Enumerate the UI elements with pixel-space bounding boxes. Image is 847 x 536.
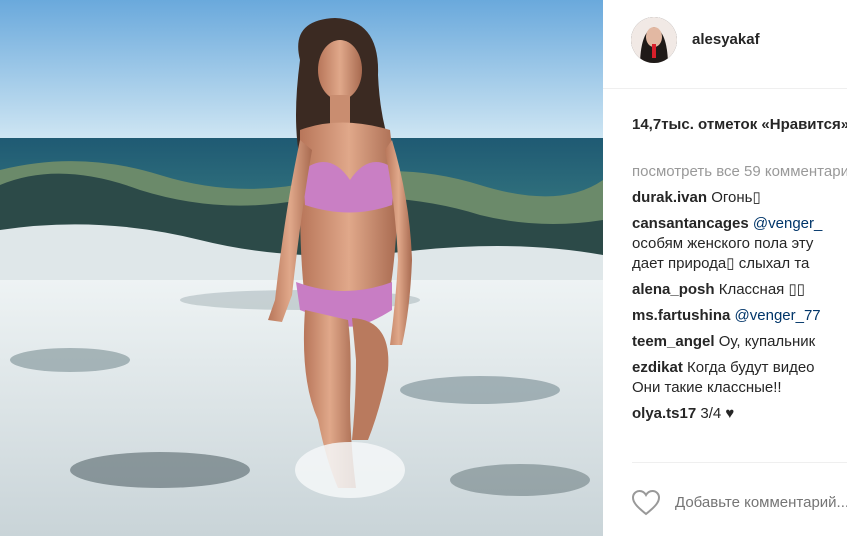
comment-username[interactable]: alena_posh [632,281,715,298]
comment-username[interactable]: durak.ivan [632,189,707,206]
comment: ezdikat Когда будут видео Они такие клас… [632,358,847,398]
likes-count[interactable]: 14,7тыс. отметок «Нравится» [632,116,847,133]
add-comment-row [631,488,847,521]
post-photo[interactable] [0,0,603,536]
comment: olya.ts17 3/4 ♥ [632,404,847,424]
comment-mention[interactable]: @venger_ [753,215,822,232]
comment-username[interactable]: ms.fartushina [632,307,730,324]
comment-username[interactable]: cansantancages [632,215,749,232]
comment-text: Огонь▯ [711,189,761,206]
view-all-comments-link[interactable]: посмотреть все 59 комментариев [632,162,847,188]
comment: cansantancages @venger_ особям женского … [632,214,847,274]
comment-mention[interactable]: @venger_77 [735,307,821,324]
post-username[interactable]: alesyakaf [692,31,760,48]
comment-text: особям женского пола эту [632,235,814,252]
comment-username[interactable]: ezdikat [632,359,683,376]
comment-text: Классная ▯▯ [718,281,805,298]
comment: ms.fartushina @venger_77 [632,306,847,326]
post-sidebar: alesyakaf 14,7тыс. отметок «Нравится» по… [603,0,847,536]
heart-outline-icon[interactable] [631,489,661,521]
avatar[interactable] [631,17,677,63]
comments-list: посмотреть все 59 комментариев durak.iva… [632,162,847,430]
post-header: alesyakaf [603,0,847,89]
add-comment-input[interactable] [673,493,847,512]
comment-text: 3/4 ♥ [700,405,735,422]
comment: teem_angel Оу, купальник [632,332,847,352]
comment-text: Когда будут видео [687,359,815,376]
comment-username[interactable]: teem_angel [632,333,715,350]
comment-username[interactable]: olya.ts17 [632,405,696,422]
comment-text: Они такие классные!! [632,379,782,396]
comment-text: дает природа▯ слыхал та [632,255,810,272]
comment: durak.ivan Огонь▯ [632,188,847,208]
comment: alena_posh Классная ▯▯ [632,280,847,300]
divider [632,462,847,463]
comment-text: Оу, купальник [718,333,816,350]
